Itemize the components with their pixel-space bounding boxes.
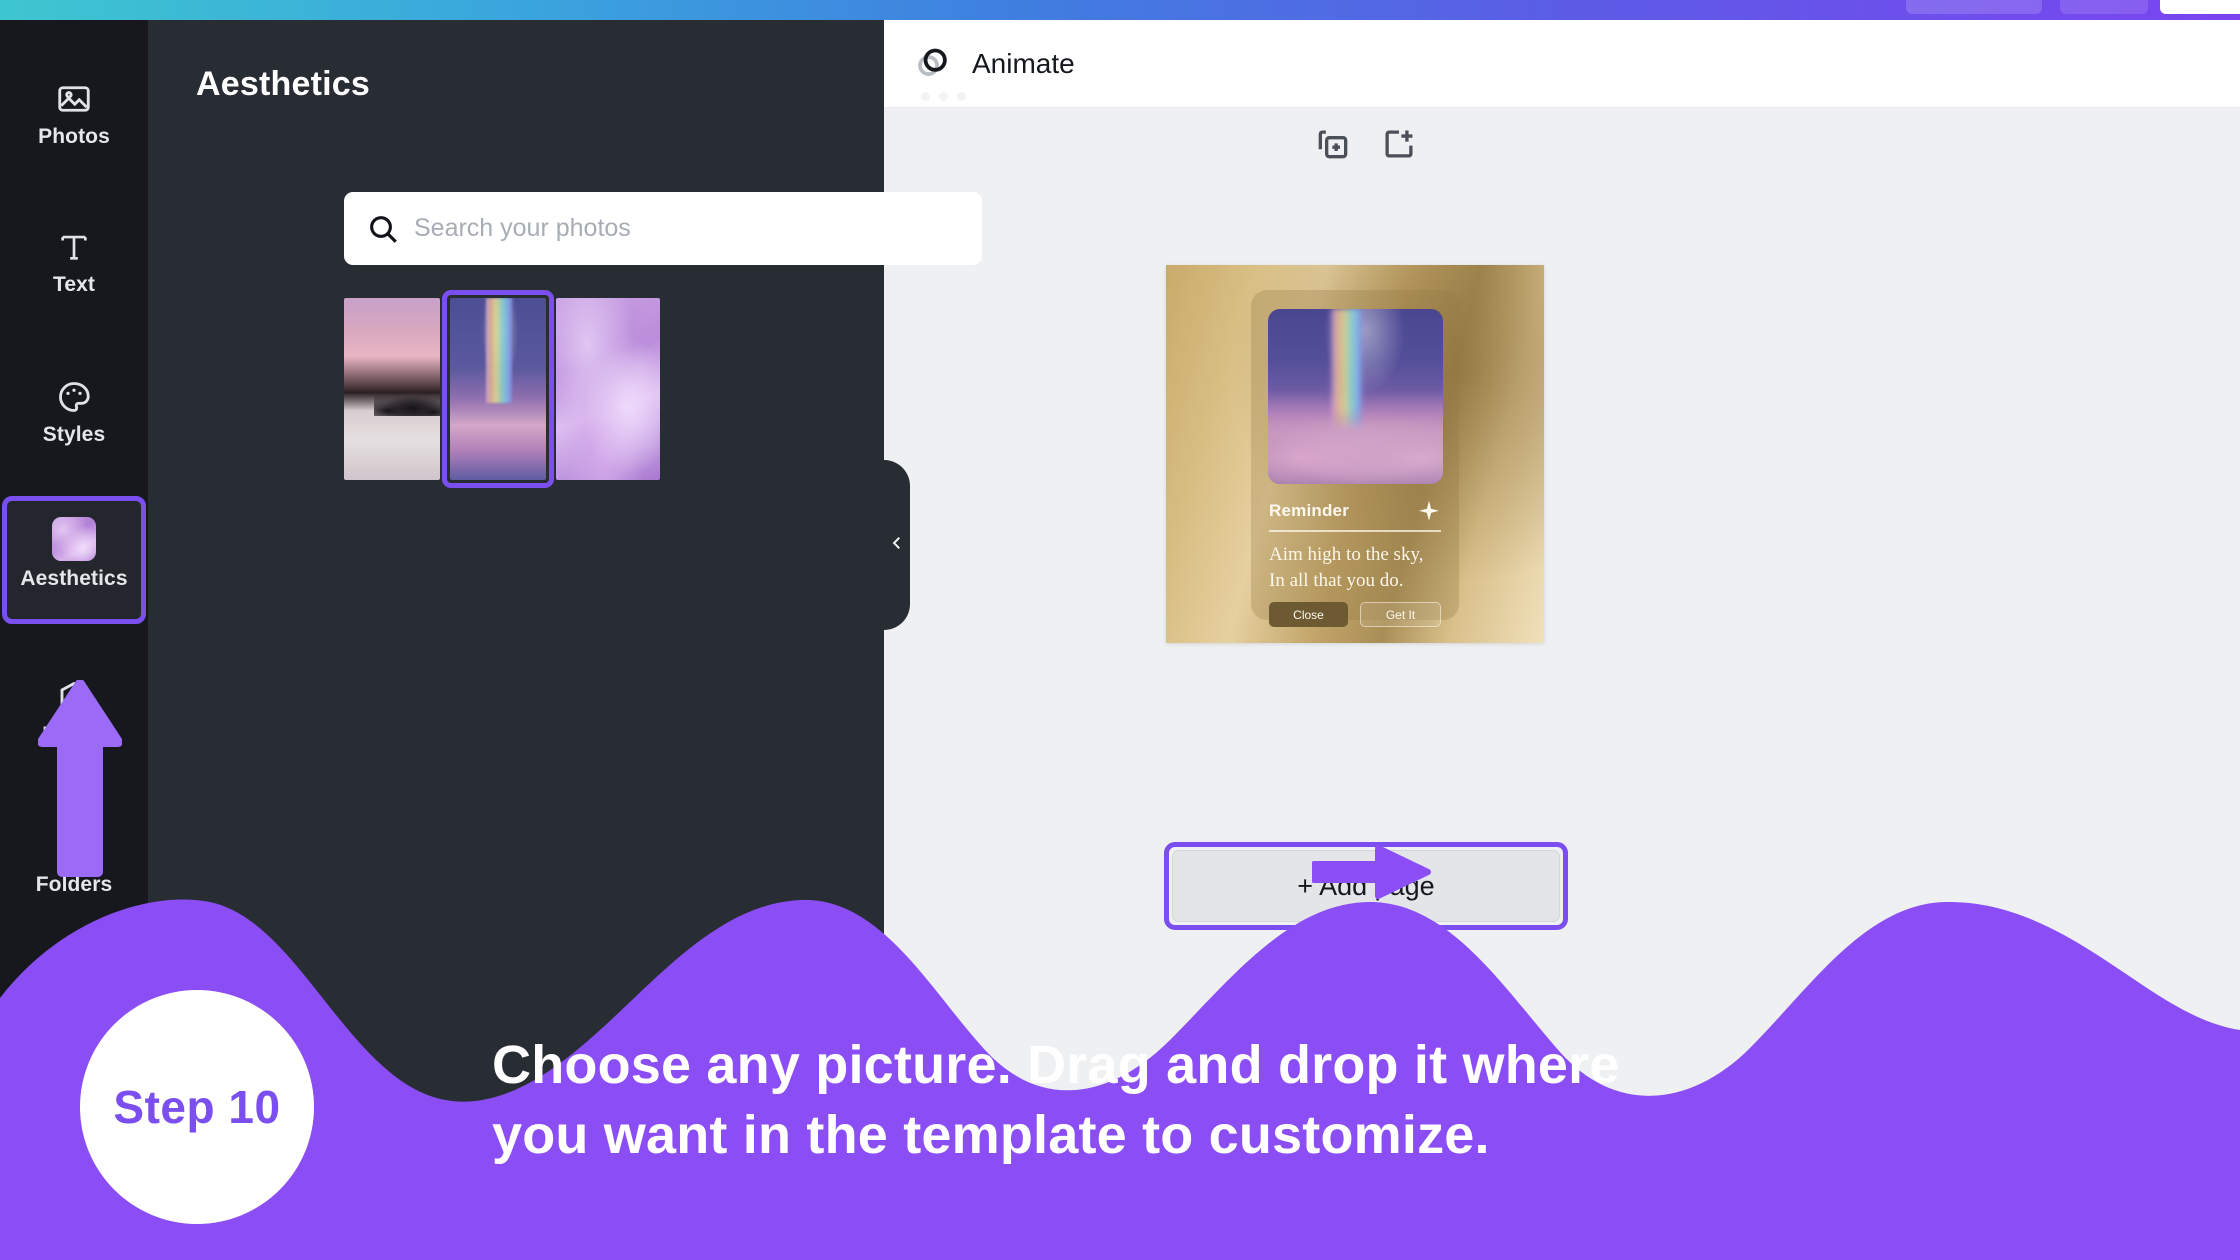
sidebar-item-photos[interactable]: Photos <box>4 62 144 166</box>
sparkle-icon <box>1417 499 1441 523</box>
card-header: Reminder <box>1269 498 1441 524</box>
canvas-page[interactable]: Reminder Aim high to the sky, In all tha… <box>1166 265 1544 643</box>
sidebar-item-styles[interactable]: Styles <box>4 360 144 464</box>
rainbow-beam <box>486 298 512 403</box>
design-card[interactable]: Reminder Aim high to the sky, In all tha… <box>1251 290 1459 627</box>
caption-line-1: Choose any picture. Drag and drop it whe… <box>492 1035 1620 1095</box>
palette-icon <box>53 377 95 417</box>
card-divider <box>1269 530 1441 532</box>
text-icon <box>53 227 95 267</box>
step-badge: Step 10 <box>80 990 314 1224</box>
up-arrow-annotation <box>38 680 122 877</box>
sidebar-item-text[interactable]: Text <box>4 210 144 314</box>
topbar-button-1[interactable] <box>1906 0 2042 14</box>
card-body-line-2: In all that you do. <box>1269 569 1404 591</box>
cloud-shape <box>1268 405 1443 484</box>
card-body-line-1: Aim high to the sky, <box>1269 544 1424 565</box>
animate-label: Animate <box>972 47 1075 79</box>
card-title: Reminder <box>1269 501 1350 520</box>
search-input[interactable] <box>414 214 960 243</box>
topbar-button-2[interactable] <box>2060 0 2148 14</box>
animate-button[interactable]: Animate <box>914 44 1075 84</box>
palm-silhouette <box>374 390 440 416</box>
photo-thumbnail-pink-beach-sunset[interactable] <box>344 298 440 480</box>
caption-line-2: you want in the template to customize. <box>492 1105 1490 1166</box>
photo-thumbnail-icon <box>52 517 96 561</box>
panel-collapse-handle[interactable] <box>884 460 910 630</box>
photo-thumbnail-purple-water[interactable] <box>556 298 660 480</box>
sidebar-item-label: Text <box>52 273 96 296</box>
panel-title: Aesthetics <box>196 65 370 103</box>
editor-toolbar: Animate <box>884 20 2240 108</box>
image-icon <box>53 79 95 119</box>
card-image-rainbow-clouds[interactable] <box>1268 309 1443 484</box>
add-page-icon[interactable] <box>1380 125 1418 163</box>
sidebar-item-label: Styles <box>42 423 106 446</box>
sidebar-item-aesthetics[interactable]: Aesthetics <box>4 502 144 606</box>
animate-circles-icon <box>914 44 954 84</box>
app-root: Photos Text Styles Aesthetics Logos <box>0 0 2240 1260</box>
duplicate-page-icon[interactable] <box>1314 125 1352 163</box>
card-buttons: Close Get It <box>1269 602 1441 627</box>
photo-thumbnail-rainbow-clouds[interactable] <box>450 298 546 480</box>
search-icon <box>366 212 400 246</box>
sidebar-item-label: Aesthetics <box>20 567 128 590</box>
step-badge-label: Step 10 <box>113 1081 281 1133</box>
search-box[interactable] <box>344 192 982 265</box>
more-options-icon[interactable] <box>921 85 973 107</box>
card-close-button[interactable]: Close <box>1269 602 1348 627</box>
top-gradient-bar <box>0 0 2240 20</box>
topbar-button-3[interactable] <box>2160 0 2240 14</box>
card-body: Aim high to the sky, In all that you do. <box>1269 542 1445 593</box>
card-get-it-button[interactable]: Get It <box>1360 602 1441 627</box>
chevron-left-icon <box>888 534 906 557</box>
page-tools <box>1314 125 1414 173</box>
sidebar-item-label: Photos <box>38 125 110 148</box>
caption-text: Choose any picture. Drag and drop it whe… <box>492 1030 2112 1170</box>
